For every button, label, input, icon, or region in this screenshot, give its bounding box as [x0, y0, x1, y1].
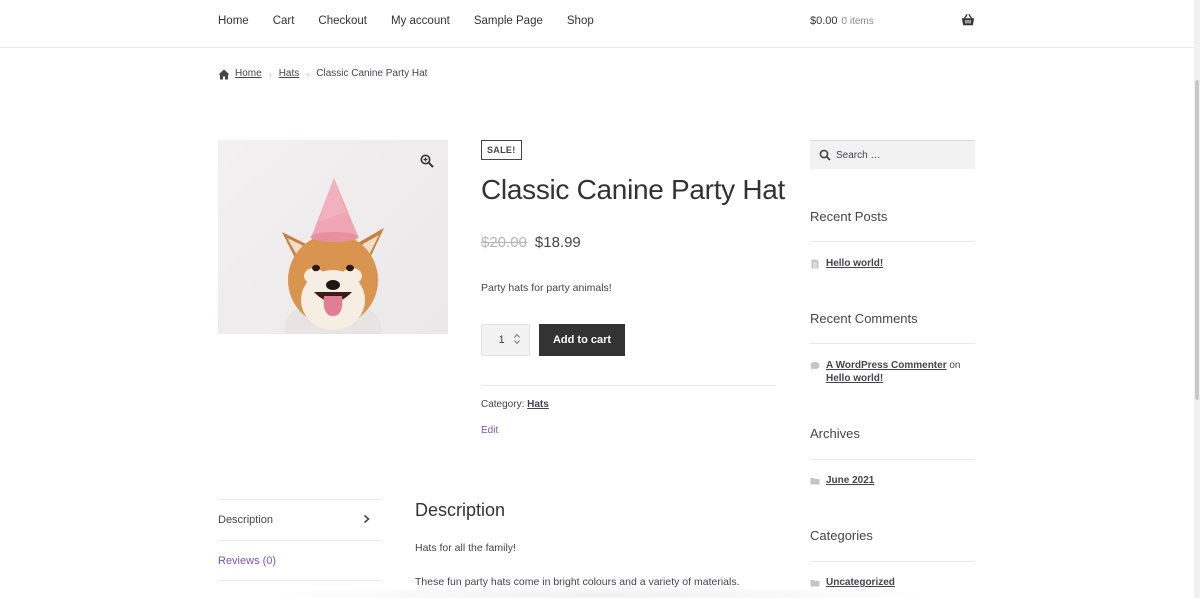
product-price: $20.00 $18.99	[481, 233, 581, 253]
product-meta: Category: Hats	[481, 398, 549, 412]
breadcrumb-current: Classic Canine Party Hat	[316, 68, 428, 79]
home-icon	[218, 69, 230, 79]
sale-price: $18.99	[534, 234, 581, 251]
divider	[810, 241, 975, 242]
nav-sample-page[interactable]: Sample Page	[474, 13, 543, 29]
scrollbar-thumb[interactable]	[1195, 80, 1199, 400]
categories-title: Categories	[810, 528, 873, 543]
basket-icon[interactable]	[961, 13, 975, 27]
folder-icon	[810, 478, 820, 485]
description-paragraph: Hats for all the family!	[415, 542, 516, 554]
short-description: Party hats for party animals!	[481, 282, 612, 294]
nav-checkout[interactable]: Checkout	[318, 13, 367, 29]
category-link[interactable]: Hats	[527, 399, 549, 410]
tab-reviews-label: Reviews (0)	[218, 554, 277, 567]
edit-link[interactable]: Edit	[481, 424, 498, 438]
sale-badge: SALE!	[481, 140, 522, 160]
recent-comments-title: Recent Comments	[810, 311, 918, 326]
description-heading: Description	[415, 500, 506, 520]
breadcrumb-category[interactable]: Hats	[279, 67, 300, 81]
divider	[810, 561, 975, 562]
nav-shop[interactable]: Shop	[567, 13, 594, 29]
breadcrumb: Home › Hats › Classic Canine Party Hat	[218, 67, 427, 81]
recent-comment-item: A WordPress Commenter on	[826, 359, 961, 373]
nav-home[interactable]: Home	[218, 13, 249, 29]
dog-party-hat-image	[282, 178, 384, 334]
site-header: Home Cart Checkout My account Sample Pag…	[0, 0, 1194, 48]
chevron-right-icon	[363, 514, 370, 524]
search-placeholder: Search …	[836, 149, 881, 161]
document-icon	[811, 259, 819, 269]
archive-item: June 2021	[826, 474, 874, 488]
tab-description-label: Description	[218, 514, 274, 526]
nav-my-account[interactable]: My account	[391, 13, 450, 29]
primary-nav: Home Cart Checkout My account Sample Pag…	[218, 13, 618, 29]
category-label: Category:	[481, 399, 525, 410]
comment-on-text: on	[949, 360, 961, 371]
divider	[810, 343, 975, 344]
header-cart[interactable]: $0.00 0 items	[810, 13, 874, 30]
recent-post-item: Hello world!	[826, 257, 883, 271]
breadcrumb-separator: ›	[306, 69, 310, 79]
regular-price: $20.00	[481, 234, 527, 251]
recent-post-link[interactable]: Hello world!	[826, 258, 883, 269]
archive-link[interactable]: June 2021	[826, 475, 874, 486]
search-icon	[819, 149, 831, 161]
search-input[interactable]: Search …	[810, 140, 975, 169]
tab-description[interactable]: Description	[218, 499, 382, 540]
archives-title: Archives	[810, 426, 860, 441]
divider	[810, 459, 975, 460]
breadcrumb-separator: ›	[268, 69, 272, 79]
product-title: Classic Canine Party Hat	[481, 174, 786, 205]
product-image[interactable]	[218, 140, 448, 334]
bottom-shadow	[250, 585, 950, 598]
nav-cart[interactable]: Cart	[273, 13, 295, 29]
quantity-stepper-icon[interactable]	[513, 333, 521, 345]
quantity-value: 1	[498, 334, 505, 346]
zoom-icon[interactable]	[420, 154, 434, 168]
add-to-cart-button[interactable]: Add to cart	[539, 324, 625, 356]
comment-post-link[interactable]: Hello world!	[826, 373, 883, 384]
cart-count: 0 items	[841, 16, 874, 27]
comment-icon	[810, 362, 820, 371]
tab-reviews[interactable]: Reviews (0)	[218, 540, 382, 581]
divider	[481, 385, 776, 386]
recent-comment-post: Hello world!	[826, 372, 883, 386]
recent-posts-title: Recent Posts	[810, 209, 888, 224]
cart-total: $0.00	[810, 15, 838, 27]
commenter-link[interactable]: A WordPress Commenter	[826, 360, 947, 371]
breadcrumb-home[interactable]: Home	[235, 67, 262, 81]
page-scrollbar[interactable]	[1194, 0, 1200, 598]
quantity-input[interactable]: 1	[481, 324, 530, 356]
